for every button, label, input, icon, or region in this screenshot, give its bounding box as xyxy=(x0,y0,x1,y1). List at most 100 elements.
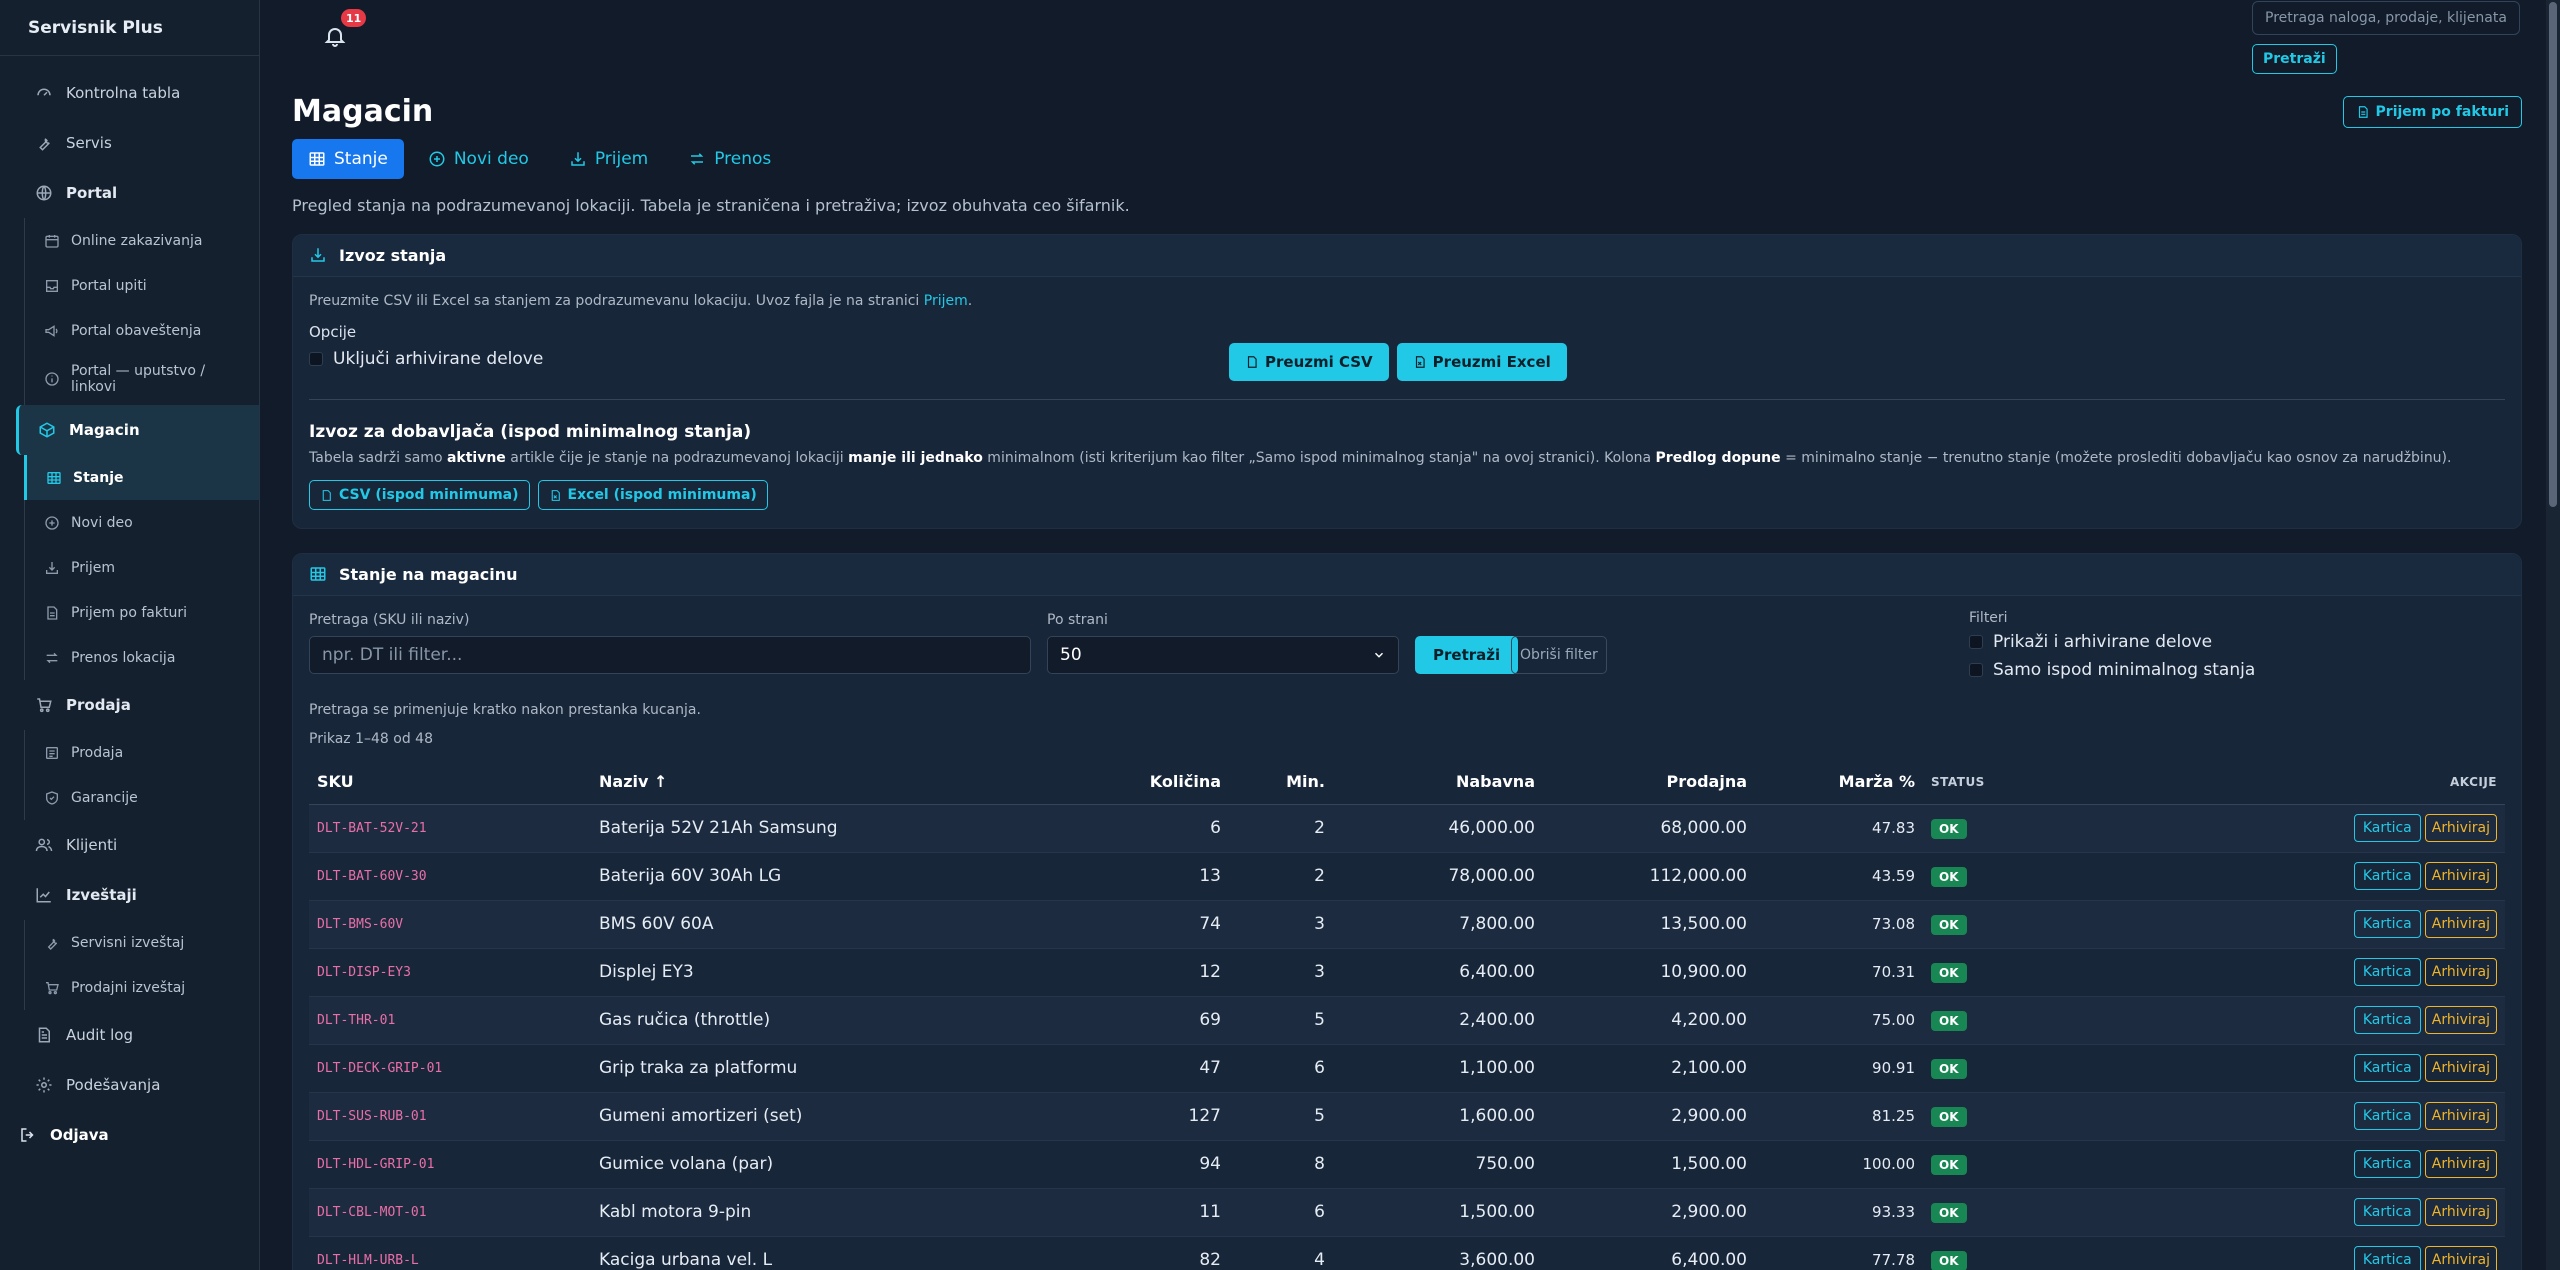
column-marza[interactable]: Marža % xyxy=(1755,760,1923,805)
sidebar-item-servisni-izvestaj[interactable]: Servisni izveštaj xyxy=(25,920,259,965)
sidebar-item-prodaja[interactable]: Prodaja xyxy=(25,730,259,775)
cell-akcije: Kartica Arhiviraj xyxy=(2053,1140,2505,1189)
csv-below-min-button[interactable]: CSV (ispod minimuma) xyxy=(309,480,530,510)
notification-badge: 11 xyxy=(341,9,367,27)
kartica-button[interactable]: Kartica xyxy=(2353,1054,2421,1082)
show-archived-checkbox[interactable] xyxy=(1969,635,1983,649)
kartica-button[interactable]: Kartica xyxy=(2353,814,2421,842)
scrollbar-thumb[interactable] xyxy=(2549,2,2557,507)
sku-search-input[interactable] xyxy=(309,636,1031,674)
tab-prijem[interactable]: Prijem xyxy=(553,139,664,179)
sidebar-group-prodaja[interactable]: Prodaja xyxy=(0,680,259,730)
cell-prodajna: 2,100.00 xyxy=(1543,1044,1755,1093)
column-min[interactable]: Min. xyxy=(1229,760,1333,805)
download-csv-button[interactable]: Preuzmi CSV xyxy=(1229,343,1389,381)
global-search-input[interactable] xyxy=(2252,1,2520,35)
sidebar-item-garancije[interactable]: Garancije xyxy=(25,775,259,820)
arhiviraj-button[interactable]: Arhiviraj xyxy=(2424,1102,2497,1130)
per-page-select[interactable]: 50 xyxy=(1047,636,1399,674)
arhiviraj-button[interactable]: Arhiviraj xyxy=(2424,862,2497,890)
arhiviraj-button[interactable]: Arhiviraj xyxy=(2424,1246,2497,1270)
sidebar-item-klijenti[interactable]: Klijenti xyxy=(0,820,259,870)
prijem-link[interactable]: Prijem xyxy=(924,293,968,309)
clear-filter-button[interactable]: Obriši filter xyxy=(1511,636,1607,674)
only-below-min-option[interactable]: Samo ispod minimalnog stanja xyxy=(1969,660,2255,680)
sidebar-item-label: Odjava xyxy=(50,1126,109,1144)
cell-kolicina: 127 xyxy=(1131,1092,1229,1141)
page-scrollbar[interactable] xyxy=(2546,0,2560,1270)
global-search-button[interactable]: Pretraži xyxy=(2252,44,2337,74)
download-excel-button[interactable]: Preuzmi Excel xyxy=(1396,343,1567,381)
arhiviraj-button[interactable]: Arhiviraj xyxy=(2424,1150,2497,1178)
export-card: Izvoz stanja Preuzmite CSV ili Excel sa … xyxy=(292,234,2522,529)
cell-nabavna: 1,600.00 xyxy=(1333,1092,1543,1141)
column-nabavna[interactable]: Nabavna xyxy=(1333,760,1543,805)
arhiviraj-button[interactable]: Arhiviraj xyxy=(2424,1006,2497,1034)
cell-status: OK xyxy=(1923,1092,2053,1141)
include-archived-checkbox[interactable] xyxy=(309,352,323,366)
page-description: Pregled stanja na podrazumevanoj lokacij… xyxy=(292,196,1130,215)
column-naziv[interactable]: Naziv ↑ xyxy=(591,760,1131,805)
table-row: DLT-THR-01 Gas ručica (throttle) 69 5 2,400.… xyxy=(309,996,2505,1045)
cell-sku: DLT-THR-01 xyxy=(309,996,591,1045)
tab-prenos[interactable]: Prenos xyxy=(672,139,787,179)
sidebar: Servisnik Plus Kontrolna tabla Servis Po… xyxy=(0,0,260,1270)
arhiviraj-button[interactable]: Arhiviraj xyxy=(2424,814,2497,842)
sidebar-item-servis[interactable]: Servis xyxy=(0,118,259,168)
excel-below-min-button[interactable]: Excel (ispod minimuma) xyxy=(537,480,768,510)
sidebar-item-portal-uputstvo[interactable]: Portal — uputstvo / linkovi xyxy=(25,353,259,405)
kartica-button[interactable]: Kartica xyxy=(2353,910,2421,938)
cell-prodajna: 13,500.00 xyxy=(1543,900,1755,949)
brand-logo[interactable]: Servisnik Plus xyxy=(0,0,259,56)
kartica-button[interactable]: Kartica xyxy=(2353,958,2421,986)
arhiviraj-button[interactable]: Arhiviraj xyxy=(2424,910,2497,938)
column-sku[interactable]: SKU xyxy=(309,760,591,805)
invoice-receipt-button[interactable]: Prijem po fakturi xyxy=(2342,96,2522,128)
sidebar-item-prijem-po-fakturi[interactable]: Prijem po fakturi xyxy=(25,590,259,635)
search-button[interactable]: Pretraži xyxy=(1415,636,1519,674)
sidebar-item-prijem[interactable]: Prijem xyxy=(25,545,259,590)
kartica-button[interactable]: Kartica xyxy=(2353,1198,2421,1226)
download-csv-label: Preuzmi CSV xyxy=(1265,353,1373,371)
cell-naziv: Kabl motora 9-pin xyxy=(591,1188,1131,1237)
cell-marza: 47.83 xyxy=(1755,804,1923,853)
sidebar-item-kontrolna-tabla[interactable]: Kontrolna tabla xyxy=(0,68,259,118)
status-badge: OK xyxy=(1931,1202,1967,1223)
sidebar-item-prodajni-izvestaj[interactable]: Prodajni izveštaj xyxy=(25,965,259,1010)
sidebar-item-novi-deo[interactable]: Novi deo xyxy=(25,500,259,545)
tab-novi-deo[interactable]: Novi deo xyxy=(412,139,545,179)
kartica-button[interactable]: Kartica xyxy=(2353,1246,2421,1270)
column-prodajna[interactable]: Prodajna xyxy=(1543,760,1755,805)
only-below-min-checkbox[interactable] xyxy=(1969,663,1983,677)
logout-button[interactable]: Odjava xyxy=(0,1110,259,1160)
cell-marza: 77.78 xyxy=(1755,1236,1923,1270)
main-content: Magacin Prijem po fakturi Stanje Novi de… xyxy=(292,88,2522,1270)
sidebar-item-portal-obavestenja[interactable]: Portal obaveštenja xyxy=(25,308,259,353)
sidebar-item-portal-upiti[interactable]: Portal upiti xyxy=(25,263,259,308)
arhiviraj-button[interactable]: Arhiviraj xyxy=(2424,1054,2497,1082)
sidebar-item-online-zakazivanja[interactable]: Online zakazivanja xyxy=(25,218,259,263)
arhiviraj-button[interactable]: Arhiviraj xyxy=(2424,1198,2497,1226)
kartica-button[interactable]: Kartica xyxy=(2353,1150,2421,1178)
sidebar-group-magacin[interactable]: Magacin xyxy=(16,405,259,455)
receive-icon xyxy=(569,150,587,168)
sidebar-item-audit-log[interactable]: Audit log xyxy=(0,1010,259,1060)
arhiviraj-button[interactable]: Arhiviraj xyxy=(2424,958,2497,986)
sidebar-item-podesavanja[interactable]: Podešavanja xyxy=(0,1060,259,1110)
bell-icon[interactable] xyxy=(323,24,349,50)
cell-min: 5 xyxy=(1229,1092,1333,1141)
sidebar-item-label: Portal xyxy=(66,184,118,202)
sidebar-group-izvestaji[interactable]: Izveštaji xyxy=(0,870,259,920)
sidebar-group-portal[interactable]: Portal xyxy=(0,168,259,218)
sidebar-item-prenos-lokacija[interactable]: Prenos lokacija xyxy=(25,635,259,680)
kartica-button[interactable]: Kartica xyxy=(2353,1006,2421,1034)
kartica-button[interactable]: Kartica xyxy=(2353,862,2421,890)
cell-status: OK xyxy=(1923,996,2053,1045)
sidebar-item-stanje[interactable]: Stanje xyxy=(24,455,259,500)
column-kolicina[interactable]: Količina xyxy=(1131,760,1229,805)
cell-kolicina: 13 xyxy=(1131,852,1229,901)
tab-stanje[interactable]: Stanje xyxy=(292,139,404,179)
cell-nabavna: 7,800.00 xyxy=(1333,900,1543,949)
kartica-button[interactable]: Kartica xyxy=(2353,1102,2421,1130)
show-archived-option[interactable]: Prikaži i arhivirane delove xyxy=(1969,632,2212,652)
